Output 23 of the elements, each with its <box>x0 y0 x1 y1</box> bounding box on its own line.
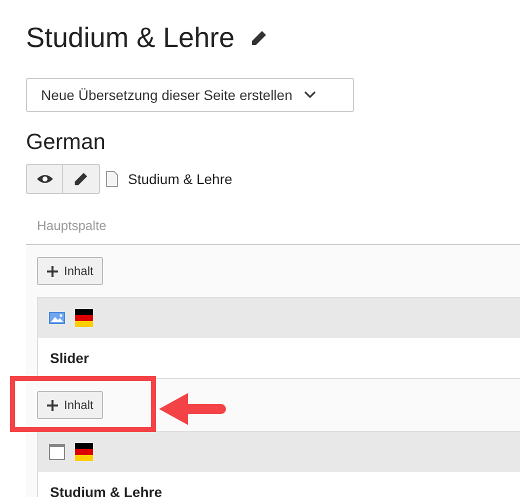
arrow-icon <box>159 393 227 425</box>
page-name: Studium & Lehre <box>128 170 232 188</box>
eye-icon <box>36 174 52 184</box>
window-icon <box>49 444 65 460</box>
image-icon <box>49 312 65 324</box>
plus-icon <box>47 400 58 410</box>
pencil-icon[interactable] <box>250 30 267 46</box>
column-title: Hauptspalte <box>36 217 108 235</box>
add-content-button[interactable]: Inhalt <box>37 257 104 285</box>
translation-dropdown[interactable]: Neue Übersetzung dieser Seite erstellen <box>26 78 354 112</box>
plus-icon <box>47 266 58 276</box>
add-content-button[interactable]: Inhalt <box>37 391 104 419</box>
element-title: Studium & Lehre <box>50 482 162 497</box>
view-button[interactable] <box>26 164 63 194</box>
element-title: Slider <box>50 348 89 368</box>
edit-button[interactable] <box>63 164 100 194</box>
chevron-down-icon <box>304 91 316 99</box>
german-flag-icon <box>75 309 93 327</box>
language-title: German <box>26 128 106 156</box>
pencil-icon <box>74 172 88 186</box>
document-icon <box>106 171 118 187</box>
page-title: Studium & Lehre <box>26 21 235 55</box>
german-flag-icon <box>75 443 93 461</box>
